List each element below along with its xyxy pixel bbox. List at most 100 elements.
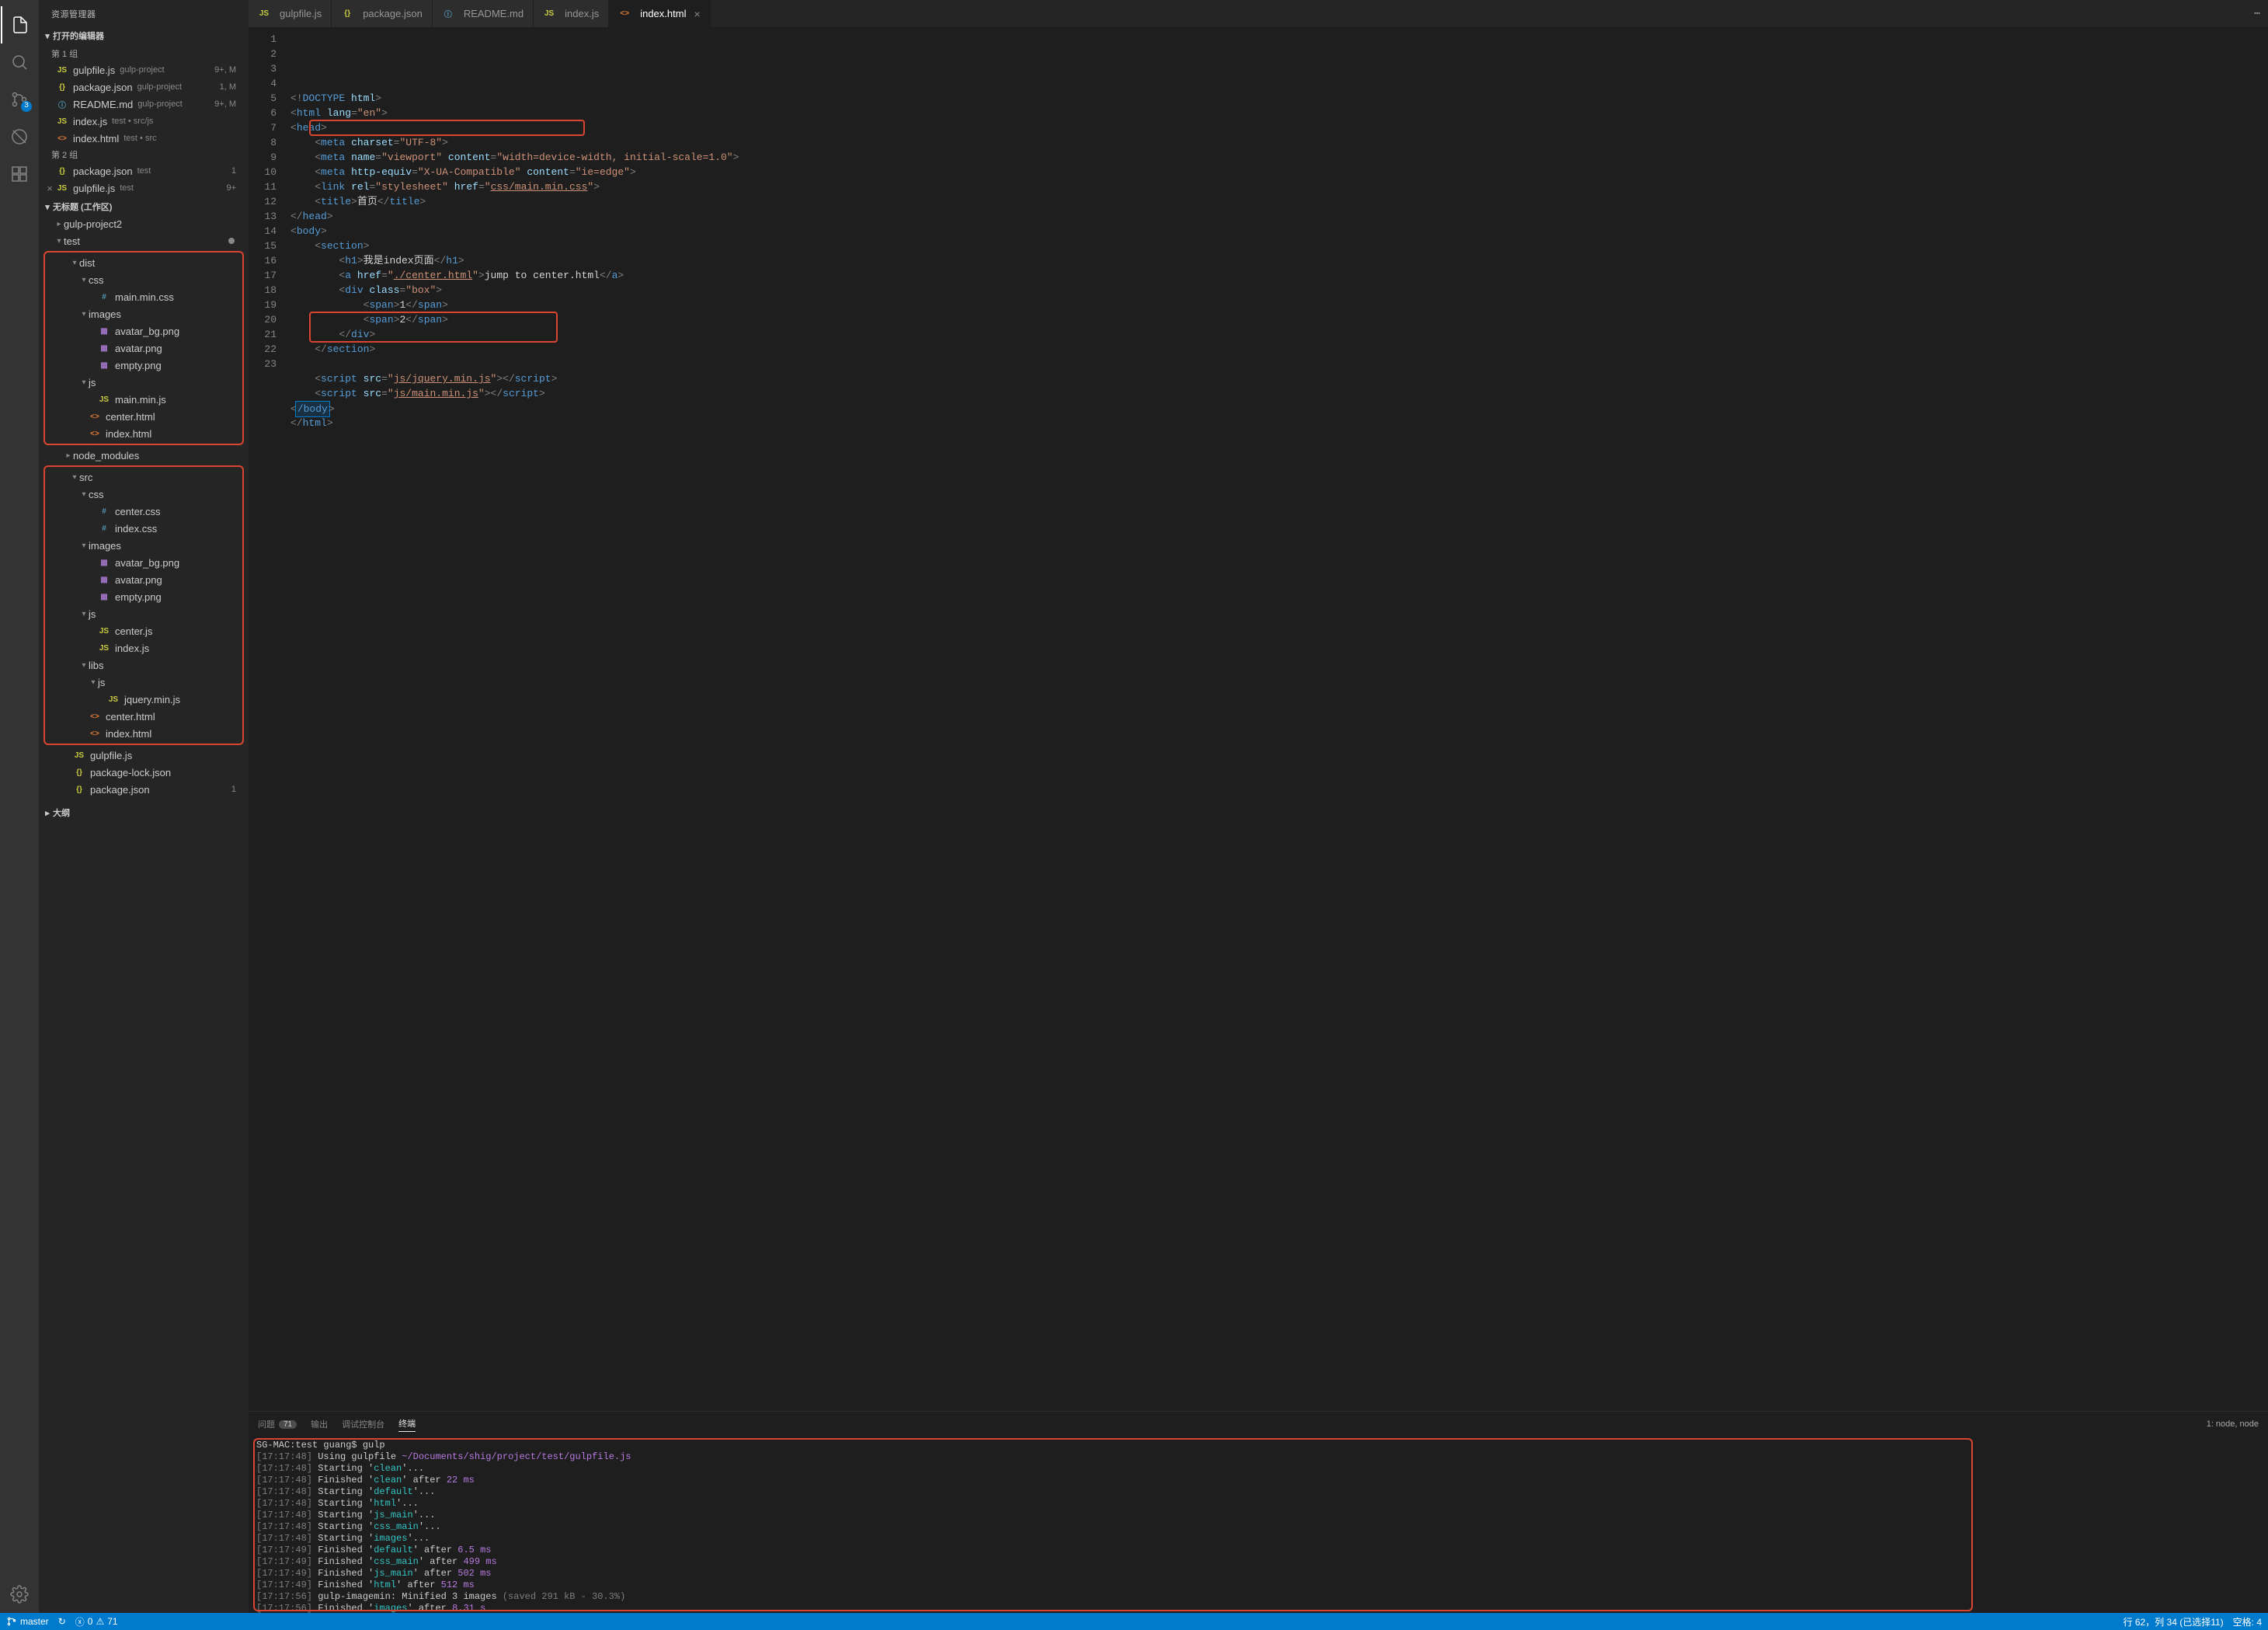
- folder-item[interactable]: ▾css: [45, 271, 242, 288]
- editor-tab[interactable]: <> index.html ×: [609, 0, 710, 27]
- file-item[interactable]: JSmain.min.js: [45, 391, 242, 408]
- file-item[interactable]: JSgulpfile.js: [39, 747, 249, 764]
- tab-more-actions[interactable]: ⋯: [2246, 0, 2268, 27]
- file-item[interactable]: ▦avatar.png: [45, 571, 242, 588]
- open-editor-item[interactable]: × JS index.js test • src/js: [39, 113, 249, 130]
- terminal-line: [17:17:48] Finished 'clean' after 22 ms: [256, 1475, 2260, 1486]
- folder-item[interactable]: ▾dist: [45, 254, 242, 271]
- open-editor-item[interactable]: × JS gulpfile.js gulp-project 9+, M: [39, 61, 249, 78]
- file-item[interactable]: ▦empty.png: [45, 357, 242, 374]
- folder-item[interactable]: ▾js: [45, 374, 242, 391]
- folder-item[interactable]: ▾test: [39, 232, 249, 249]
- item-label: images: [89, 308, 121, 320]
- file-item[interactable]: ▦empty.png: [45, 588, 242, 605]
- close-icon[interactable]: ×: [694, 8, 700, 20]
- file-path: gulp-project: [137, 82, 182, 92]
- editor-group-label: 第 1 组: [39, 46, 249, 61]
- file-item[interactable]: {}package.json1: [39, 781, 249, 798]
- folder-item[interactable]: ▾css: [45, 486, 242, 503]
- folder-item[interactable]: ▾js: [45, 674, 242, 691]
- file-item[interactable]: JScenter.js: [45, 622, 242, 639]
- panel-tab-problems[interactable]: 问题 71: [258, 1418, 297, 1430]
- file-icon: JS: [56, 64, 68, 76]
- folder-item[interactable]: ▾js: [45, 605, 242, 622]
- item-label: avatar_bg.png: [115, 557, 179, 569]
- panel-tab-output[interactable]: 输出: [311, 1418, 328, 1430]
- file-path: test: [120, 183, 134, 193]
- status-spaces[interactable]: 空格: 4: [2233, 1615, 2262, 1628]
- item-label: center.html: [106, 711, 155, 723]
- open-editor-item[interactable]: × JS gulpfile.js test 9+: [39, 179, 249, 197]
- editor-body[interactable]: 1234567891011121314151617181920212223 <!…: [249, 27, 2268, 1411]
- code-content[interactable]: <!DOCTYPE html><html lang="en"><head> <m…: [287, 27, 2252, 1411]
- editor-tab[interactable]: JS gulpfile.js: [249, 0, 332, 27]
- open-editor-item[interactable]: × ⓘ README.md gulp-project 9+, M: [39, 96, 249, 113]
- explorer-sidebar: 资源管理器 ▾打开的编辑器 第 1 组× JS gulpfile.js gulp…: [39, 0, 249, 1613]
- folder-item[interactable]: ▸gulp-project2: [39, 215, 249, 232]
- terminal-line: [17:17:48] Starting 'css_main'...: [256, 1521, 2260, 1533]
- file-icon: ▦: [98, 342, 110, 354]
- file-name: gulpfile.js: [73, 183, 115, 194]
- item-label: css: [89, 274, 104, 286]
- file-item[interactable]: <>center.html: [45, 408, 242, 425]
- file-status: 9+, M: [214, 65, 242, 75]
- file-item[interactable]: ▦avatar.png: [45, 340, 242, 357]
- file-item[interactable]: JSjquery.min.js: [45, 691, 242, 708]
- editor-tab[interactable]: ⓘ README.md: [433, 0, 534, 27]
- file-item[interactable]: <>index.html: [45, 425, 242, 442]
- item-label: main.min.css: [115, 291, 174, 303]
- file-item[interactable]: ▦avatar_bg.png: [45, 554, 242, 571]
- folder-item[interactable]: ▾libs: [45, 657, 242, 674]
- open-editors-header[interactable]: ▾打开的编辑器: [39, 27, 249, 44]
- outline-header[interactable]: ▸大纲: [39, 804, 249, 821]
- folder-item[interactable]: ▾images: [45, 537, 242, 554]
- close-icon[interactable]: ×: [43, 183, 56, 194]
- file-item[interactable]: <>index.html: [45, 725, 242, 742]
- panel-tab-debug[interactable]: 调试控制台: [342, 1418, 384, 1430]
- terminal-output[interactable]: SG-MAC:test guang$ gulp[17:17:48] Using …: [249, 1437, 2268, 1613]
- extensions-activity[interactable]: [1, 155, 38, 193]
- file-icon: {}: [73, 783, 85, 796]
- search-activity[interactable]: [1, 44, 38, 81]
- file-item[interactable]: JSindex.js: [45, 639, 242, 657]
- file-item[interactable]: ▦avatar_bg.png: [45, 322, 242, 340]
- file-item[interactable]: <>center.html: [45, 708, 242, 725]
- item-label: package.json: [90, 784, 150, 796]
- file-icon: JS: [73, 749, 85, 761]
- panel-tab-terminal[interactable]: 终端: [398, 1417, 416, 1432]
- tab-label: gulpfile.js: [280, 8, 322, 19]
- open-editor-item[interactable]: × {} package.json test 1: [39, 162, 249, 179]
- folder-item[interactable]: ▸node_modules: [39, 447, 249, 464]
- status-branch[interactable]: master: [6, 1616, 49, 1627]
- file-item[interactable]: {}package-lock.json: [39, 764, 249, 781]
- file-item[interactable]: #main.min.css: [45, 288, 242, 305]
- item-label: avatar_bg.png: [115, 326, 179, 337]
- settings-activity[interactable]: [1, 1576, 38, 1613]
- file-icon: JS: [98, 642, 110, 654]
- scm-activity[interactable]: 3: [1, 81, 38, 118]
- editor-group-label: 第 2 组: [39, 147, 249, 162]
- file-icon: {}: [341, 8, 353, 20]
- file-icon: <>: [56, 132, 68, 145]
- open-editor-item[interactable]: × {} package.json gulp-project 1, M: [39, 78, 249, 96]
- chevron-icon: ▾: [79, 542, 89, 550]
- chevron-icon: ▾: [70, 473, 79, 482]
- explorer-activity[interactable]: [1, 6, 38, 44]
- open-editor-item[interactable]: × <> index.html test • src: [39, 130, 249, 147]
- file-item[interactable]: #center.css: [45, 503, 242, 520]
- workspace-header[interactable]: ▾无标题 (工作区): [39, 198, 249, 215]
- status-sync[interactable]: ↻: [58, 1616, 66, 1627]
- editor-tab[interactable]: {} package.json: [332, 0, 433, 27]
- file-item[interactable]: #index.css: [45, 520, 242, 537]
- debug-activity[interactable]: [1, 118, 38, 155]
- item-label: dist: [79, 257, 95, 269]
- minimap[interactable]: [2252, 27, 2268, 1411]
- terminal-line: [17:17:48] Starting 'images'...: [256, 1533, 2260, 1545]
- file-icon: JS: [258, 8, 270, 20]
- terminal-selector[interactable]: 1: node, node: [2207, 1419, 2259, 1429]
- folder-item[interactable]: ▾src: [45, 468, 242, 486]
- folder-item[interactable]: ▾images: [45, 305, 242, 322]
- status-problems[interactable]: ⓧ0 ⚠71: [75, 1615, 118, 1628]
- status-cursor[interactable]: 行 62，列 34 (已选择11): [2124, 1615, 2224, 1628]
- editor-tab[interactable]: JS index.js: [534, 0, 609, 27]
